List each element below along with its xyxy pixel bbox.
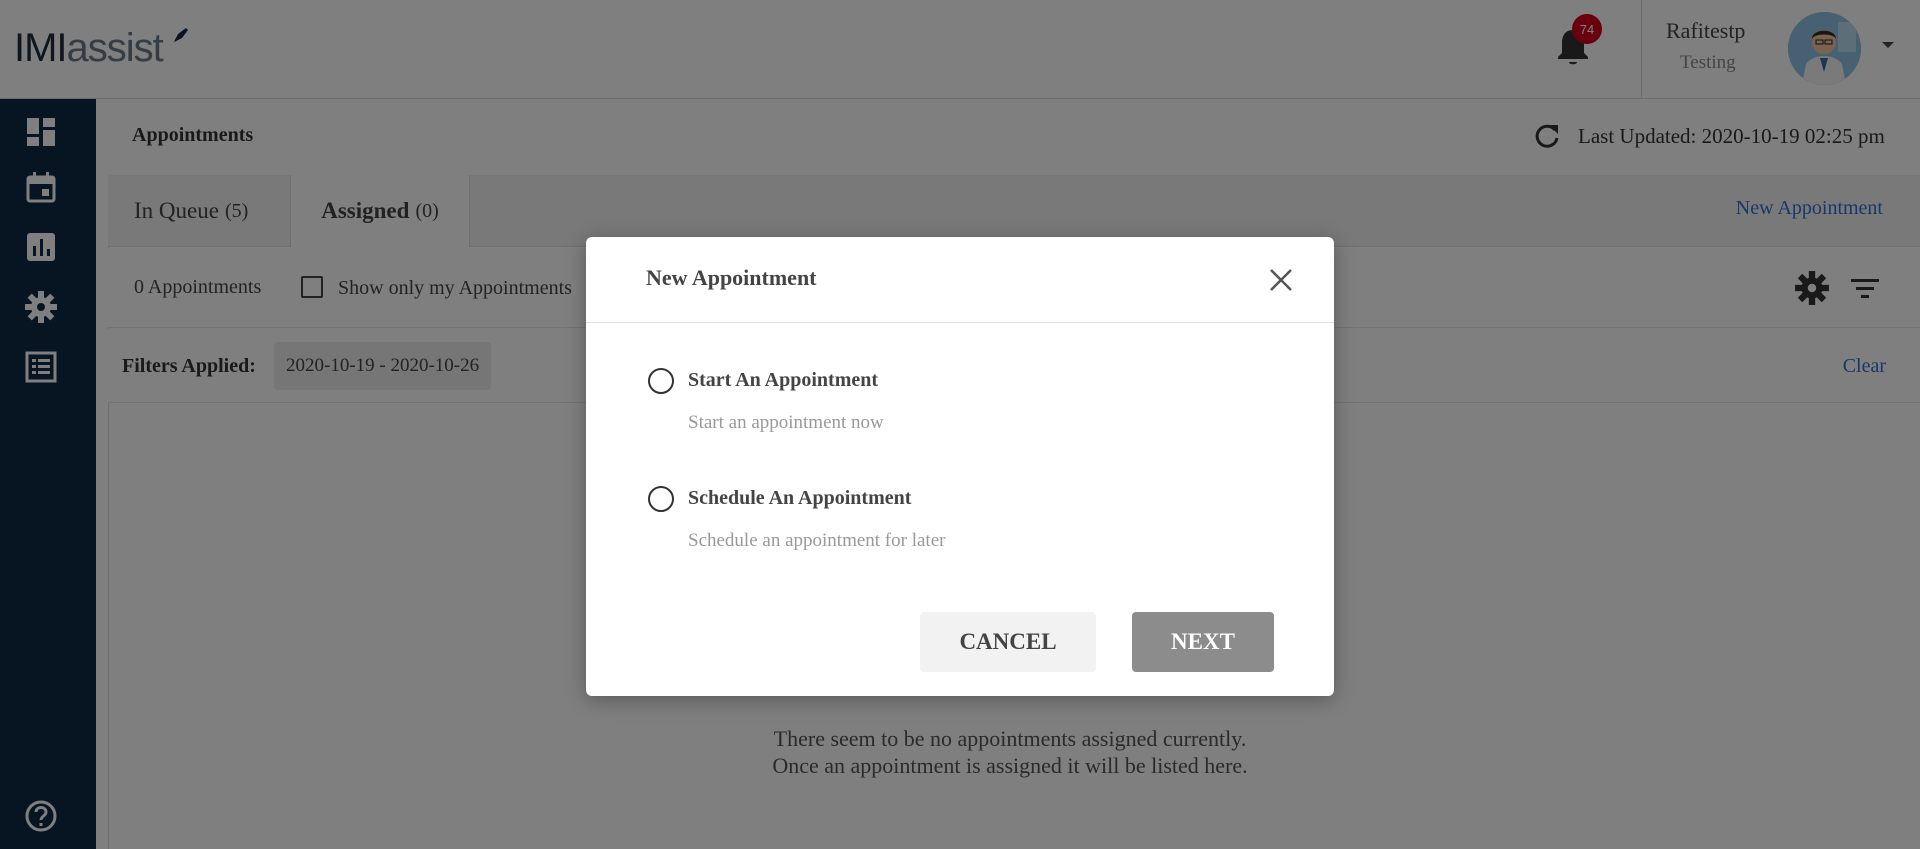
schedule-appointment-radio[interactable]	[648, 486, 674, 512]
schedule-appointment-description: Schedule an appointment for later	[688, 530, 946, 551]
cancel-button[interactable]: CANCEL	[920, 612, 1096, 672]
modal-header: New Appointment	[586, 237, 1334, 323]
start-appointment-title[interactable]: Start An Appointment	[688, 369, 878, 392]
modal-title: New Appointment	[646, 265, 817, 290]
start-appointment-radio[interactable]	[648, 368, 674, 394]
start-appointment-description: Start an appointment now	[688, 412, 884, 433]
schedule-appointment-title[interactable]: Schedule An Appointment	[688, 487, 911, 510]
close-icon[interactable]	[1266, 265, 1296, 295]
new-appointment-dialog: New Appointment Start An Appointment Sta…	[586, 237, 1334, 696]
next-button[interactable]: NEXT	[1132, 612, 1274, 672]
